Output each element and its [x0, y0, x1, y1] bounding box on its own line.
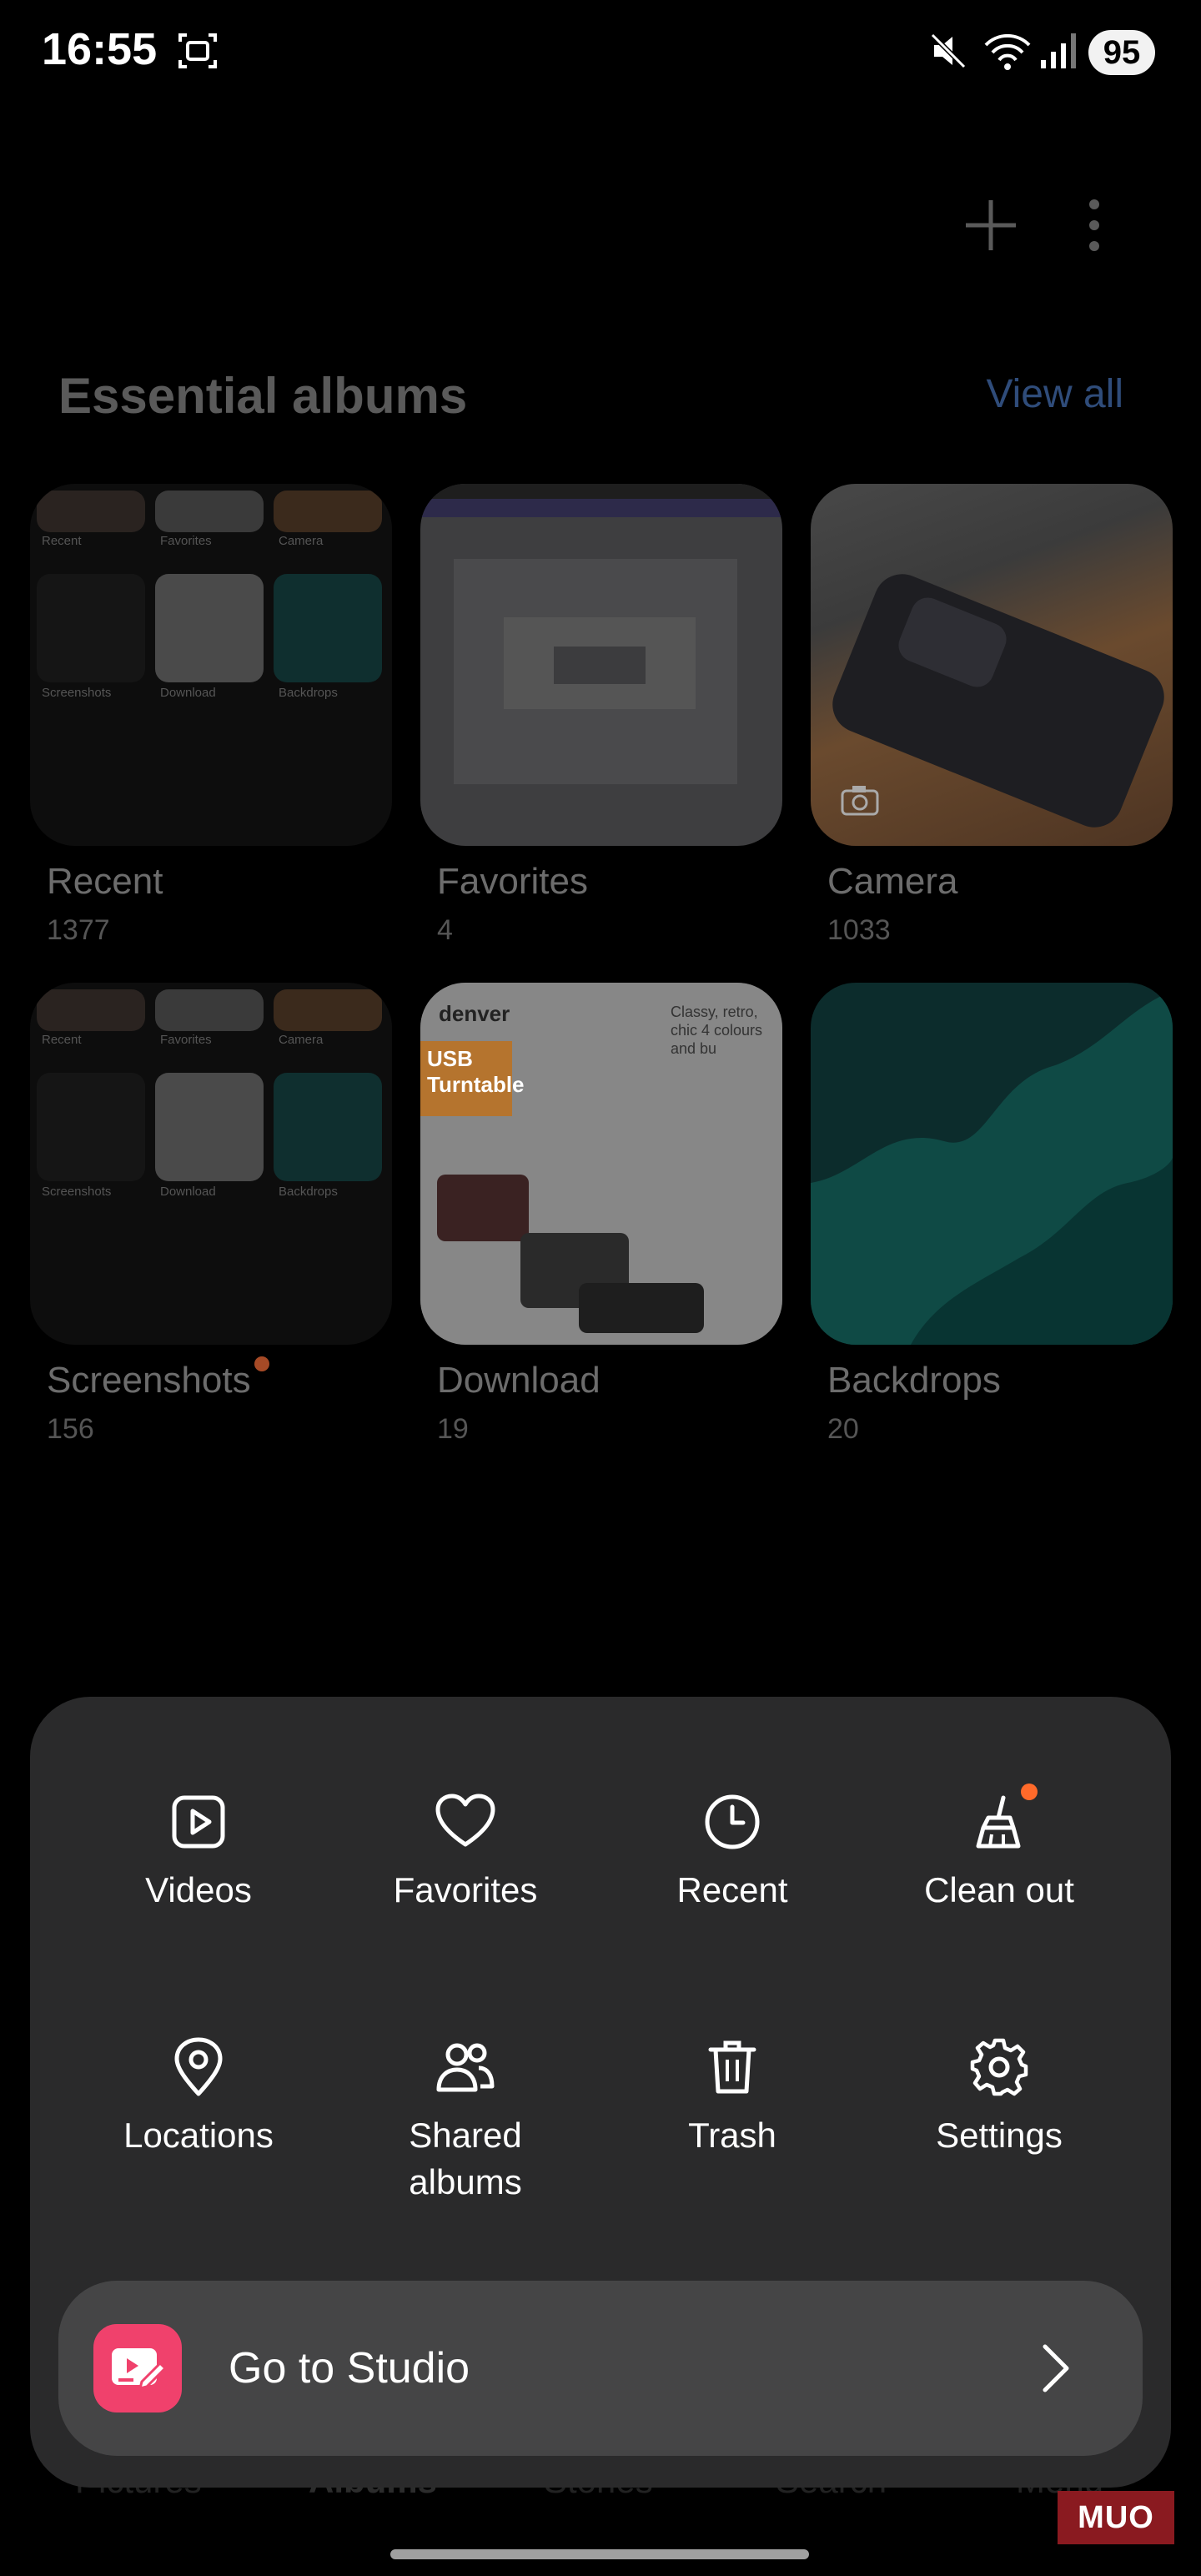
menu-trash[interactable]: Trash: [607, 2034, 857, 2159]
album-thumbnail: Recent Favorites Camera Screenshots Down…: [30, 983, 392, 1345]
studio-app-icon: [93, 2324, 182, 2412]
thumb-brand: denver: [439, 1001, 510, 1026]
album-thumbnail: [811, 484, 1173, 846]
album-favorites[interactable]: Favorites 4: [420, 484, 782, 947]
trash-icon: [699, 2034, 766, 2101]
plus-icon: [966, 200, 1016, 250]
album-count: 20: [827, 1413, 859, 1445]
heart-icon: [432, 1789, 499, 1855]
section-title: Essential albums: [58, 368, 468, 424]
view-all-link[interactable]: View all: [986, 371, 1123, 417]
album-thumbnail: [811, 983, 1173, 1345]
menu-shared-albums[interactable]: Shared albums: [340, 2034, 590, 2206]
watermark-logo: MUO: [1058, 2491, 1174, 2544]
video-icon: [165, 1789, 232, 1855]
battery-indicator: 95: [1088, 30, 1155, 75]
clock-icon: [699, 1789, 766, 1855]
album-name: Backdrops: [827, 1360, 1001, 1401]
more-options-button[interactable]: [1061, 192, 1128, 259]
studio-label: Go to Studio: [229, 2344, 470, 2392]
album-count: 19: [437, 1413, 469, 1445]
menu-favorites[interactable]: Favorites: [340, 1789, 590, 1914]
album-name: Favorites: [437, 861, 588, 902]
album-camera[interactable]: Camera 1033: [811, 484, 1173, 947]
home-indicator[interactable]: [390, 2549, 809, 2559]
wifi-icon: [982, 30, 1033, 76]
album-count: 1377: [47, 914, 110, 946]
menu-clean-out[interactable]: Clean out: [874, 1784, 1124, 1914]
menu-videos[interactable]: Videos: [73, 1789, 324, 1914]
menu-locations[interactable]: Locations: [73, 2034, 324, 2159]
notification-dot: [1021, 1784, 1038, 1800]
album-count: 1033: [827, 914, 891, 946]
album-name: Screenshots: [47, 1356, 269, 1401]
signal-icon: [1039, 30, 1078, 76]
go-to-studio-button[interactable]: Go to Studio: [58, 2281, 1143, 2456]
gear-icon: [966, 2034, 1033, 2101]
album-name: Camera: [827, 861, 958, 902]
thumb-headline: USB Turntable: [420, 1041, 525, 1116]
album-count: 156: [47, 1413, 94, 1445]
album-thumbnail: denver USB Turntable Classy, retro, chic…: [420, 983, 782, 1345]
status-bar: 16:55 95: [0, 0, 1201, 108]
thumb-tagline: Classy, retro, chic 4 colours and bu: [671, 1004, 763, 1057]
album-screenshots[interactable]: Recent Favorites Camera Screenshots Down…: [30, 983, 392, 1446]
status-time: 16:55: [42, 24, 158, 74]
camera-icon: [841, 784, 879, 820]
more-vertical-icon: [1089, 199, 1099, 251]
broom-icon: [966, 1784, 1038, 1855]
album-thumbnail: [420, 484, 782, 846]
screenshot-icon: [177, 30, 219, 76]
album-name: Recent: [47, 861, 163, 902]
chevron-right-icon: [1018, 2331, 1093, 2406]
album-name: Download: [437, 1360, 600, 1401]
menu-recent[interactable]: Recent: [607, 1789, 857, 1914]
menu-settings[interactable]: Settings: [874, 2034, 1124, 2159]
location-pin-icon: [165, 2034, 232, 2101]
new-content-dot: [254, 1356, 269, 1371]
mute-icon: [927, 30, 969, 76]
album-backdrops[interactable]: Backdrops 20: [811, 983, 1173, 1446]
album-thumbnail: Recent Favorites Camera Screenshots Down…: [30, 484, 392, 846]
album-count: 4: [437, 914, 453, 946]
people-icon: [432, 2034, 499, 2101]
add-album-button[interactable]: [957, 192, 1024, 259]
album-recent[interactable]: Recent Favorites Camera Screenshots Down…: [30, 484, 392, 947]
album-download[interactable]: denver USB Turntable Classy, retro, chic…: [420, 983, 782, 1446]
